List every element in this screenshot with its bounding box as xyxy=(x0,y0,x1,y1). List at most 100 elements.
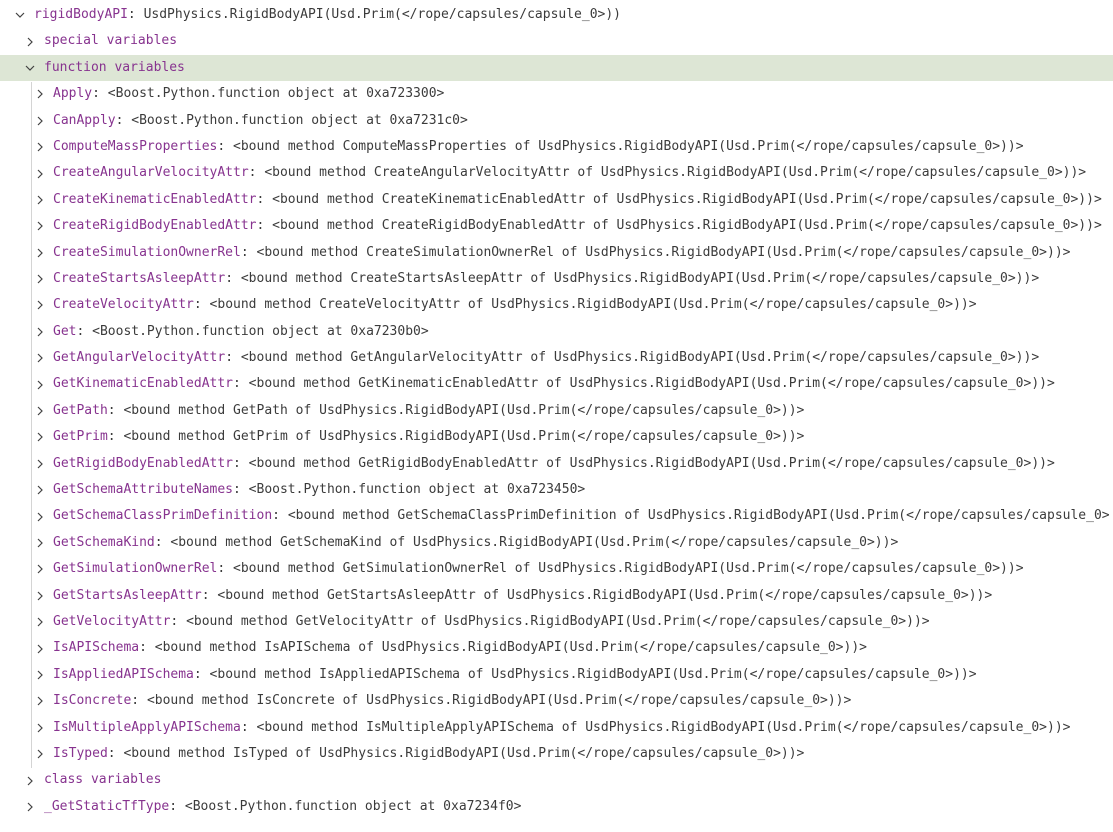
variable-entry: IsMultipleApplyAPISchema: <bound method … xyxy=(53,719,1071,735)
chevron-right-icon[interactable] xyxy=(32,266,48,292)
variable-name: GetSchemaAttributeNames xyxy=(53,482,234,498)
variable-entry: GetAngularVelocityAttr: <bound method Ge… xyxy=(53,350,1040,366)
chevron-right-icon[interactable] xyxy=(32,371,48,397)
chevron-down-icon[interactable] xyxy=(12,2,28,28)
tree-row-class-variables[interactable]: class variables xyxy=(0,767,1113,793)
variable-name: CreateRigidBodyEnabledAttr xyxy=(53,218,257,234)
variable-entry: CreateRigidBodyEnabledAttr: <bound metho… xyxy=(53,218,1102,234)
chevron-right-icon[interactable] xyxy=(32,240,48,266)
tree-row-function-item[interactable]: GetStartsAsleepAttr: <bound method GetSt… xyxy=(0,583,1113,609)
tree-row-function-item[interactable]: CreateStartsAsleepAttr: <bound method Cr… xyxy=(0,266,1113,292)
variable-value: <Boost.Python.function object at 0xa7234… xyxy=(248,482,586,498)
chevron-right-icon[interactable] xyxy=(32,213,48,239)
tree-row-function-item[interactable]: CreateSimulationOwnerRel: <bound method … xyxy=(0,240,1113,266)
chevron-right-icon[interactable] xyxy=(32,688,48,714)
variable-entry: _GetStaticTfType: <Boost.Python.function… xyxy=(44,798,522,814)
chevron-right-icon[interactable] xyxy=(22,28,38,54)
chevron-right-icon[interactable] xyxy=(32,662,48,688)
tree-row-special-variables[interactable]: special variables xyxy=(0,28,1113,54)
variable-name: CanApply xyxy=(53,112,116,128)
chevron-right-icon[interactable] xyxy=(32,187,48,213)
tree-row-function-item[interactable]: GetPath: <bound method GetPath of UsdPhy… xyxy=(0,398,1113,424)
tree-row-function-item[interactable]: CreateKinematicEnabledAttr: <bound metho… xyxy=(0,187,1113,213)
variable-value: <bound method GetSimulationOwnerRel of U… xyxy=(233,561,1024,577)
tree-row-function-item[interactable]: GetVelocityAttr: <bound method GetVeloci… xyxy=(0,609,1113,635)
chevron-right-icon[interactable] xyxy=(32,530,48,556)
variable-value: UsdPhysics.RigidBodyAPI(Usd.Prim(</rope/… xyxy=(143,7,622,22)
variable-name: IsTyped xyxy=(53,745,108,761)
chevron-right-icon[interactable] xyxy=(32,160,48,186)
chevron-right-icon[interactable] xyxy=(32,424,48,450)
variable-entry: Apply: <Boost.Python.function object at … xyxy=(53,86,445,102)
chevron-right-icon[interactable] xyxy=(32,583,48,609)
group-label: class variables xyxy=(44,772,162,788)
variable-entry: GetStartsAsleepAttr: <bound method GetSt… xyxy=(53,587,993,603)
tree-row-function-item[interactable]: GetAngularVelocityAttr: <bound method Ge… xyxy=(0,345,1113,371)
tree-row-rigid-body-api[interactable]: rigidBodyAPI: UsdPhysics.RigidBodyAPI(Us… xyxy=(0,2,1113,28)
variable-value: <bound method CreateKinematicEnabledAttr… xyxy=(272,191,1102,207)
tree-row-function-item[interactable]: IsAppliedAPISchema: <bound method IsAppl… xyxy=(0,662,1113,688)
variable-value: <bound method GetKinematicEnabledAttr of… xyxy=(248,376,1055,392)
variable-name: GetStartsAsleepAttr xyxy=(53,587,202,603)
variable-value: <bound method GetRigidBodyEnabledAttr of… xyxy=(248,455,1055,471)
chevron-right-icon[interactable] xyxy=(32,503,48,529)
chevron-right-icon[interactable] xyxy=(32,134,48,160)
tree-row-function-item[interactable]: Get: <Boost.Python.function object at 0x… xyxy=(0,319,1113,345)
chevron-right-icon[interactable] xyxy=(32,635,48,661)
variable-value: <bound method GetPrim of UsdPhysics.Rigi… xyxy=(123,429,805,445)
tree-row-function-item[interactable]: IsTyped: <bound method IsTyped of UsdPhy… xyxy=(0,741,1113,767)
chevron-right-icon[interactable] xyxy=(32,398,48,424)
variable-entry: CreateAngularVelocityAttr: <bound method… xyxy=(53,165,1087,181)
chevron-right-icon[interactable] xyxy=(32,319,48,345)
tree-row-function-item[interactable]: GetSchemaClassPrimDefinition: <bound met… xyxy=(0,503,1113,529)
chevron-right-icon[interactable] xyxy=(32,741,48,767)
tree-row-function-item[interactable]: CreateAngularVelocityAttr: <bound method… xyxy=(0,160,1113,186)
variable-value: <Boost.Python.function object at 0xa7231… xyxy=(131,112,468,128)
tree-row-function-item[interactable]: GetSimulationOwnerRel: <bound method Get… xyxy=(0,556,1113,582)
variable-value: <bound method IsConcrete of UsdPhysics.R… xyxy=(146,693,852,709)
tree-row-function-item[interactable]: GetSchemaAttributeNames: <Boost.Python.f… xyxy=(0,477,1113,503)
variable-name: CreateAngularVelocityAttr xyxy=(53,165,249,181)
tree-row-function-item[interactable]: CreateVelocityAttr: <bound method Create… xyxy=(0,292,1113,318)
tree-row-function-item[interactable]: GetRigidBodyEnabledAttr: <bound method G… xyxy=(0,451,1113,477)
tree-row-function-item[interactable]: IsConcrete: <bound method IsConcrete of … xyxy=(0,688,1113,714)
variable-name: IsAPISchema xyxy=(53,640,140,656)
chevron-right-icon[interactable] xyxy=(32,292,48,318)
tree-row-function-item[interactable]: CreateRigidBodyEnabledAttr: <bound metho… xyxy=(0,213,1113,239)
variable-value: <bound method GetStartsAsleepAttr of Usd… xyxy=(217,587,993,603)
variable-value: <bound method IsTyped of UsdPhysics.Rigi… xyxy=(123,745,805,761)
variable-entry: GetPrim: <bound method GetPrim of UsdPhy… xyxy=(53,429,805,445)
chevron-right-icon[interactable] xyxy=(32,451,48,477)
chevron-right-icon[interactable] xyxy=(32,477,48,503)
variable-value: <bound method IsAppliedAPISchema of UsdP… xyxy=(209,666,977,682)
tree-row-function-item[interactable]: IsAPISchema: <bound method IsAPISchema o… xyxy=(0,635,1113,661)
tree-row-function-item[interactable]: GetSchemaKind: <bound method GetSchemaKi… xyxy=(0,530,1113,556)
chevron-right-icon[interactable] xyxy=(32,345,48,371)
variable-value: <bound method CreateSimulationOwnerRel o… xyxy=(256,244,1071,260)
chevron-right-icon[interactable] xyxy=(32,715,48,741)
tree-row-function-item[interactable]: Apply: <Boost.Python.function object at … xyxy=(0,81,1113,107)
chevron-right-icon[interactable] xyxy=(32,556,48,582)
variable-value: <bound method GetSchemaKind of UsdPhysic… xyxy=(170,534,899,550)
tree-row-get-static-tf-type[interactable]: _GetStaticTfType: <Boost.Python.function… xyxy=(0,794,1113,820)
tree-row-function-item[interactable]: GetPrim: <bound method GetPrim of UsdPhy… xyxy=(0,424,1113,450)
chevron-right-icon[interactable] xyxy=(32,108,48,134)
tree-row-function-item[interactable]: IsMultipleApplyAPISchema: <bound method … xyxy=(0,715,1113,741)
tree-row-function-item[interactable]: ComputeMassProperties: <bound method Com… xyxy=(0,134,1113,160)
chevron-right-icon[interactable] xyxy=(22,767,38,793)
variable-name: GetSchemaClassPrimDefinition xyxy=(53,508,273,524)
tree-row-function-variables[interactable]: function variables xyxy=(0,54,1113,82)
variable-value: <bound method CreateVelocityAttr of UsdP… xyxy=(209,297,977,313)
variable-name: CreateSimulationOwnerRel xyxy=(53,244,241,260)
variable-name: GetPath xyxy=(53,402,108,418)
chevron-right-icon[interactable] xyxy=(22,794,38,820)
chevron-right-icon[interactable] xyxy=(32,81,48,107)
variable-value: <bound method GetSchemaClassPrimDefiniti… xyxy=(287,508,1110,524)
group-label: function variables xyxy=(44,59,185,75)
tree-row-function-item[interactable]: CanApply: <Boost.Python.function object … xyxy=(0,108,1113,134)
chevron-right-icon[interactable] xyxy=(32,609,48,635)
variable-entry: CreateSimulationOwnerRel: <bound method … xyxy=(53,244,1071,260)
variable-name: GetVelocityAttr xyxy=(53,613,171,629)
tree-row-function-item[interactable]: GetKinematicEnabledAttr: <bound method G… xyxy=(0,371,1113,397)
chevron-down-icon[interactable] xyxy=(22,55,38,81)
